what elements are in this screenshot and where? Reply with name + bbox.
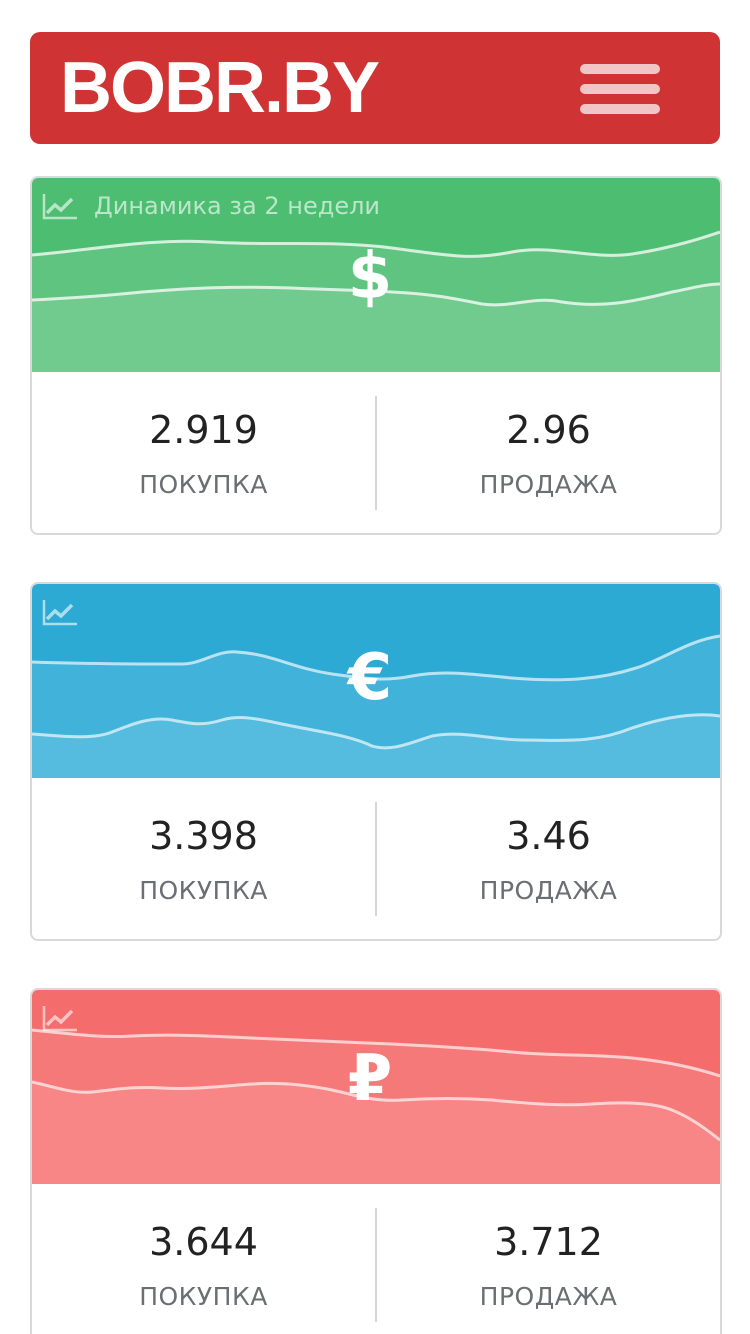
rate-dynamics-graph[interactable]: € — [32, 584, 720, 778]
sell-rate: 3.712 ПРОДАЖА — [377, 1184, 720, 1334]
currency-card-rub[interactable]: ₽ 3.644 ПОКУПКА 3.712 ПРОДАЖА — [30, 988, 722, 1334]
sell-rate: 3.46 ПРОДАЖА — [377, 778, 720, 939]
buy-rate: 2.919 ПОКУПКА — [32, 372, 375, 533]
buy-rate-label: ПОКУПКА — [139, 1282, 268, 1311]
page: BOBR.BY Динамика за 2 недели $ 2.919 ПОК… — [0, 0, 750, 1334]
rates-row: 2.919 ПОКУПКА 2.96 ПРОДАЖА — [32, 372, 720, 533]
trend-chart-icon — [42, 192, 78, 220]
rate-dynamics-graph[interactable]: Динамика за 2 недели $ — [32, 178, 720, 372]
buy-rate: 3.398 ПОКУПКА — [32, 778, 375, 939]
currency-card-usd[interactable]: Динамика за 2 недели $ 2.919 ПОКУПКА 2.9… — [30, 176, 722, 535]
sell-rate-label: ПРОДАЖА — [479, 470, 618, 499]
euro-sign-icon: € — [347, 641, 393, 715]
ruble-sign-icon: ₽ — [347, 1042, 393, 1116]
sell-rate-value: 3.712 — [494, 1220, 603, 1264]
buy-rate-value: 3.398 — [149, 814, 258, 858]
buy-rate: 3.644 ПОКУПКА — [32, 1184, 375, 1334]
buy-rate-label: ПОКУПКА — [139, 876, 268, 905]
sell-rate: 2.96 ПРОДАЖА — [377, 372, 720, 533]
sell-rate-label: ПРОДАЖА — [479, 1282, 618, 1311]
rates-row: 3.398 ПОКУПКА 3.46 ПРОДАЖА — [32, 778, 720, 939]
trend-chart-icon — [42, 1004, 78, 1032]
sell-rate-value: 2.96 — [506, 408, 591, 452]
buy-rate-value: 3.644 — [149, 1220, 258, 1264]
sell-rate-value: 3.46 — [506, 814, 591, 858]
site-logo[interactable]: BOBR.BY — [60, 47, 380, 129]
sell-rate-label: ПРОДАЖА — [479, 876, 618, 905]
rates-row: 3.644 ПОКУПКА 3.712 ПРОДАЖА — [32, 1184, 720, 1334]
trend-chart-icon — [42, 598, 78, 626]
currency-card-eur[interactable]: € 3.398 ПОКУПКА 3.46 ПРОДАЖА — [30, 582, 722, 941]
header-bar: BOBR.BY — [30, 32, 720, 144]
buy-rate-value: 2.919 — [149, 408, 258, 452]
menu-button[interactable] — [575, 59, 665, 119]
dynamics-label: Динамика за 2 недели — [94, 192, 381, 220]
rate-dynamics-graph[interactable]: ₽ — [32, 990, 720, 1184]
buy-rate-label: ПОКУПКА — [139, 470, 268, 499]
dollar-sign-icon: $ — [347, 240, 393, 314]
